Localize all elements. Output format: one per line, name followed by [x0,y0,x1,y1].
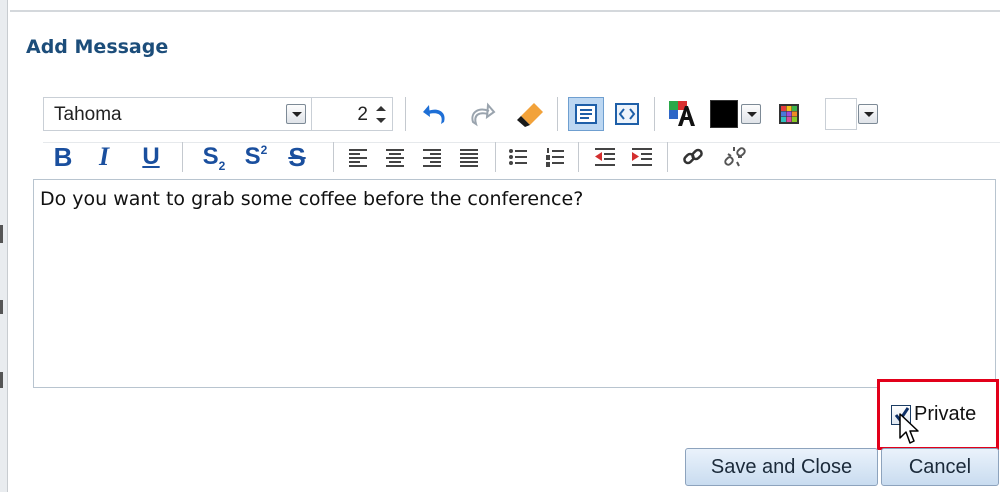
bullet-list-icon[interactable] [504,142,532,172]
background-window-edge [0,0,8,492]
underline-button[interactable]: U [136,140,166,174]
toolbar-separator [333,142,334,172]
link-icon[interactable] [678,141,708,173]
numbered-list-icon[interactable] [541,142,569,172]
outdent-icon[interactable] [590,142,620,172]
justify-icon[interactable] [455,142,483,172]
unlink-icon[interactable] [720,141,750,173]
edge-mark [0,300,3,314]
dialog-title: Add Message [26,36,169,58]
font-size-spinner[interactable]: 2 [311,97,393,131]
align-right-icon[interactable] [418,142,446,172]
message-text: Do you want to grab some coffee before t… [40,188,584,210]
save-and-close-button[interactable]: Save and Close [685,448,878,486]
edge-mark [0,372,3,388]
spinner-arrows-icon[interactable] [374,104,388,125]
strikethrough-button[interactable]: S [280,140,314,174]
font-family-select[interactable]: Tahoma [43,97,313,131]
toolbar-separator [667,142,668,172]
toolbar-separator [182,142,183,172]
mouse-pointer-icon [899,413,919,444]
color-swatch-icon[interactable] [708,98,740,130]
subscript-icon: S2 [202,143,226,173]
chevron-down-icon[interactable] [286,104,306,124]
bold-icon: B [53,141,73,172]
toolbar-separator [557,97,558,131]
italic-button[interactable]: I [89,140,119,174]
rich-text-mode-icon[interactable] [568,97,604,131]
private-label[interactable]: Private [914,403,976,426]
strikethrough-icon: S [288,141,306,172]
subscript-button[interactable]: S2 [196,140,232,174]
text-color-swatch [710,100,738,128]
edge-mark [0,225,3,243]
align-center-icon[interactable] [381,142,409,172]
superscript-button[interactable]: S2 [238,140,274,174]
message-editor[interactable]: Do you want to grab some coffee before t… [33,179,996,388]
align-left-icon[interactable] [344,142,372,172]
toolbar-separator [578,142,579,172]
color-grid-icon[interactable] [774,100,804,128]
toolbar-separator [654,97,655,131]
private-highlight-box: Private [877,379,999,450]
italic-icon: I [98,142,110,171]
cancel-button[interactable]: Cancel [881,448,999,486]
chevron-down-icon[interactable] [858,104,878,124]
font-color-icon[interactable] [665,97,699,131]
font-family-value: Tahoma [54,104,122,125]
redo-icon[interactable] [465,98,499,130]
bold-button[interactable]: B [48,140,78,174]
font-size-value: 2 [357,104,368,125]
toolbar-separator [405,97,406,131]
indent-icon[interactable] [627,142,657,172]
background-color-swatch[interactable] [825,98,857,130]
undo-icon[interactable] [418,98,452,130]
underline-icon: U [142,143,160,170]
source-code-mode-icon[interactable] [610,97,644,131]
chevron-down-icon[interactable] [741,104,761,124]
add-message-dialog: Add Message Tahoma 2 B I U S2 S2 S Do yo… [10,10,1000,494]
toolbar-separator [495,142,496,172]
eraser-icon[interactable] [513,98,547,130]
superscript-icon: S2 [244,143,268,170]
